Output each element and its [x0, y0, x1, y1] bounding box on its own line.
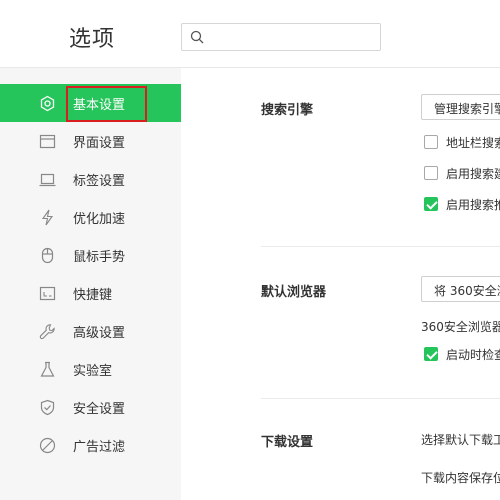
sidebar-item-label: 优化加速: [73, 212, 126, 227]
download-location-label: 下载内容保存位置: [421, 471, 500, 485]
divider: [261, 246, 500, 247]
sidebar: 基本设置 界面设置 标签设置 优化加速 鼠标手势 快捷键 高级设置 实验室 安全…: [0, 68, 181, 500]
sidebar-item-label: 广告过滤: [73, 440, 126, 455]
checkbox[interactable]: [424, 166, 438, 180]
search-box[interactable]: [181, 23, 381, 51]
section-title-search-engine: 搜索引擎: [261, 103, 314, 118]
sidebar-item-label: 高级设置: [73, 326, 126, 341]
checkbox-checked[interactable]: [424, 347, 438, 361]
gear-icon: [40, 95, 55, 112]
shield-icon: [40, 399, 55, 416]
sidebar-item-lab[interactable]: 实验室: [0, 350, 181, 388]
sidebar-item-mouse-gestures[interactable]: 鼠标手势: [0, 236, 181, 274]
sidebar-item-interface-settings[interactable]: 界面设置: [0, 122, 181, 160]
download-tool-label: 选择默认下载工具: [421, 433, 500, 447]
page-title: 选项: [69, 27, 116, 52]
sidebar-item-advanced-settings[interactable]: 高级设置: [0, 312, 181, 350]
sidebar-item-label: 安全设置: [73, 402, 126, 417]
mouse-icon: [41, 247, 54, 264]
checkbox[interactable]: [424, 135, 438, 149]
manage-search-engines-button[interactable]: 管理搜索引擎: [421, 94, 500, 120]
sidebar-item-shortcuts[interactable]: 快捷键: [0, 274, 181, 312]
wrench-icon: [39, 324, 55, 340]
sidebar-item-optimize[interactable]: 优化加速: [0, 198, 181, 236]
window-icon: [39, 134, 56, 149]
search-input[interactable]: [210, 27, 375, 47]
checkbox-label: 启动时检查默认浏览器: [446, 348, 500, 362]
sidebar-item-tab-settings[interactable]: 标签设置: [0, 160, 181, 198]
block-icon: [39, 437, 56, 454]
header: 选项: [0, 0, 500, 68]
lightning-icon: [41, 209, 54, 226]
search-icon: [190, 30, 204, 44]
highlight-annotation: [66, 86, 147, 122]
sidebar-item-label: 快捷键: [73, 288, 113, 303]
sidebar-item-label: 实验室: [73, 364, 113, 379]
set-default-browser-button[interactable]: 将 360安全浏览器设为默认: [421, 276, 500, 302]
sidebar-item-label: 鼠标手势: [73, 250, 126, 265]
section-title-download: 下载设置: [261, 435, 314, 450]
checkbox-label: 启用搜索推荐: [446, 198, 500, 212]
tab-icon: [39, 173, 56, 187]
sidebar-item-security-settings[interactable]: 安全设置: [0, 388, 181, 426]
sidebar-item-label: 界面设置: [73, 136, 126, 151]
divider: [261, 398, 500, 399]
section-title-default-browser: 默认浏览器: [261, 285, 327, 300]
flask-icon: [40, 361, 55, 377]
sidebar-item-label: 标签设置: [73, 174, 126, 189]
settings-content: 搜索引擎 管理搜索引擎 地址栏搜索 启用搜索建议 启用搜索推荐 默认浏览器 将 …: [181, 68, 500, 500]
checkbox-label: 地址栏搜索: [446, 136, 500, 150]
checkbox-label: 启用搜索建议: [446, 167, 500, 181]
sidebar-item-ad-filter[interactable]: 广告过滤: [0, 426, 181, 464]
checkbox-checked[interactable]: [424, 197, 438, 211]
default-browser-status: 360安全浏览器目前不是默认浏览器: [421, 320, 500, 334]
keyboard-icon: [39, 286, 56, 301]
